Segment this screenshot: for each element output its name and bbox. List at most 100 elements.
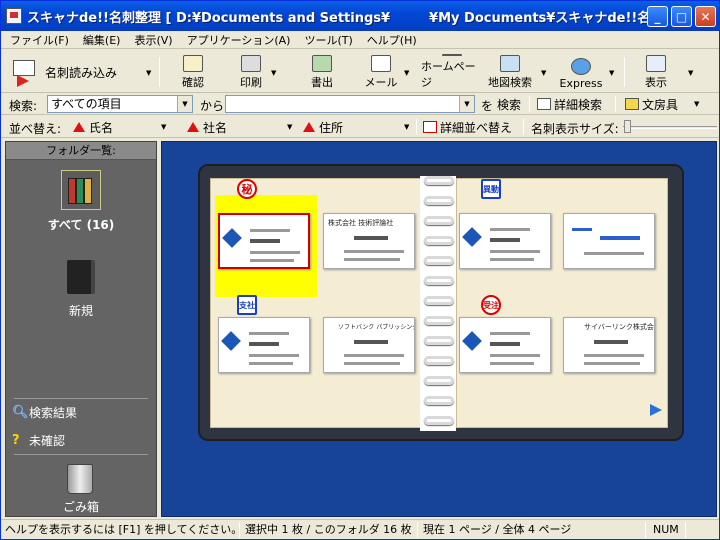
- stationery-dropdown-icon[interactable]: ▼: [694, 100, 699, 108]
- card-name: [354, 236, 388, 240]
- view-button[interactable]: 表示: [641, 54, 671, 90]
- binder-ring: [424, 376, 454, 385]
- toolbar: 名刺読み込み ▼ 確認 印刷 ▼ 書出 メール ▼ ホームページ 地図検索 ▼ …: [1, 51, 719, 93]
- card-text-line: [490, 250, 540, 253]
- folder-all[interactable]: すべて (16): [6, 170, 156, 233]
- scan-button[interactable]: 名刺読み込み: [9, 55, 155, 89]
- homepage-label: ホームページ: [421, 60, 476, 89]
- binder-ring: [424, 316, 454, 325]
- sort-key-name[interactable]: 氏名: [73, 118, 113, 136]
- mail-dropdown-icon[interactable]: ▼: [404, 69, 409, 77]
- next-page-icon[interactable]: [650, 404, 662, 416]
- detail-search-button[interactable]: 詳細検索: [537, 95, 602, 113]
- card-company: 株式会社 技術評論社: [328, 219, 394, 227]
- folder-new[interactable]: 新規: [6, 260, 156, 319]
- sidebar-divider: [14, 454, 148, 455]
- card-text-line: [250, 229, 290, 232]
- status-divider: [645, 522, 646, 538]
- search-field-select[interactable]: すべての項目 ▼: [47, 95, 193, 113]
- detail-search-label: 詳細検索: [554, 97, 603, 112]
- express-dropdown-icon[interactable]: ▼: [609, 69, 614, 77]
- menu-tools[interactable]: ツール(T): [295, 32, 357, 48]
- menu-help[interactable]: ヘルプ(H): [358, 32, 422, 48]
- card-company: サイバーリンク株式会社: [584, 323, 655, 331]
- search-field-value: すべての項目: [51, 97, 122, 111]
- homepage-button[interactable]: ホームページ: [421, 54, 483, 90]
- detail-sort-button[interactable]: 詳細並べ替え: [423, 118, 512, 136]
- sort-bar: 並べ替え: 氏名 ▼ 社名 ▼ 住所 ▼ 詳細並べ替え 名刺表示サイズ:: [1, 116, 719, 138]
- card-name: [490, 342, 520, 346]
- status-divider: [239, 522, 240, 538]
- binder-ring: [424, 216, 454, 225]
- sort-key-address-dropdown-icon[interactable]: ▼: [404, 123, 409, 131]
- business-card[interactable]: [459, 317, 551, 373]
- trash-icon[interactable]: [67, 464, 93, 494]
- scan-card-icon: [9, 58, 43, 87]
- print-dropdown-icon[interactable]: ▼: [271, 69, 276, 77]
- transfer-stamp: 異動: [481, 179, 501, 199]
- stationery-icon: [625, 98, 639, 110]
- export-button[interactable]: 書出: [306, 54, 338, 90]
- map-search-button[interactable]: 地図検索: [485, 54, 535, 90]
- app-icon[interactable]: [6, 8, 22, 24]
- card-text-line: [344, 258, 400, 261]
- search-results-link[interactable]: 🔍︎ 検索結果: [12, 404, 77, 421]
- confirm-label: 確認: [182, 76, 204, 89]
- unconfirmed-link[interactable]: ? 未確認: [12, 432, 65, 449]
- card-text-line: [344, 250, 404, 253]
- menu-application[interactable]: アプリケーション(A): [178, 32, 296, 48]
- menu-file[interactable]: ファイル(F): [1, 32, 74, 48]
- card-size-slider-track[interactable]: [623, 126, 717, 129]
- minimize-button[interactable]: _: [647, 6, 668, 27]
- card-text-line: [584, 362, 640, 365]
- notebook-icon: [67, 260, 95, 294]
- sidebar-divider: [14, 398, 148, 399]
- question-icon: ?: [12, 433, 20, 448]
- search-results-label: 検索結果: [29, 406, 78, 420]
- search-button[interactable]: 検索: [497, 95, 521, 113]
- card-text-line: [584, 252, 644, 255]
- card-text-line: [249, 354, 299, 357]
- business-card[interactable]: 株式会社 技術評論社: [323, 213, 415, 269]
- business-card[interactable]: ソフトバンク パブリッシング株式会社: [323, 317, 415, 373]
- stationery-button[interactable]: 文房具: [625, 95, 678, 113]
- binder-ring: [424, 236, 454, 245]
- sort-key-name-dropdown-icon[interactable]: ▼: [161, 123, 166, 131]
- export-icon: [312, 55, 332, 72]
- card-text-line: [249, 362, 293, 365]
- card-logo: [221, 331, 241, 351]
- close-button[interactable]: ✕: [695, 6, 716, 27]
- sort-key-company-dropdown-icon[interactable]: ▼: [287, 123, 292, 131]
- sort-key-company[interactable]: 社名: [187, 118, 227, 136]
- business-card[interactable]: サイバーリンク株式会社: [563, 317, 655, 373]
- mail-button[interactable]: メール: [363, 54, 399, 90]
- express-button[interactable]: Express: [559, 54, 603, 90]
- business-card[interactable]: [218, 213, 310, 269]
- app-window: スキャナde!!名刺整理 [ D:¥Documents and Settings…: [0, 0, 720, 540]
- scan-dropdown-icon[interactable]: ▼: [146, 69, 151, 77]
- scan-label: 名刺読み込み: [45, 65, 118, 80]
- business-card[interactable]: [459, 213, 551, 269]
- map-dropdown-icon[interactable]: ▼: [541, 69, 546, 77]
- card-size-slider-thumb[interactable]: [624, 120, 631, 133]
- menu-edit[interactable]: 編集(E): [74, 32, 126, 48]
- chevron-down-icon[interactable]: ▼: [177, 96, 192, 112]
- sort-asc-icon: [303, 122, 315, 132]
- toolbar-divider: [624, 57, 625, 87]
- business-card[interactable]: [563, 213, 655, 269]
- card-name: [600, 236, 640, 240]
- sortbar-divider: [416, 119, 417, 135]
- search-input[interactable]: ▼: [225, 95, 475, 113]
- menu-view[interactable]: 表示(V): [125, 32, 177, 48]
- print-button[interactable]: 印刷: [235, 54, 267, 90]
- maximize-button[interactable]: □: [671, 6, 692, 27]
- view-icon: [646, 55, 666, 72]
- business-card[interactable]: [218, 317, 310, 373]
- confirm-button[interactable]: 確認: [177, 54, 209, 90]
- view-dropdown-icon[interactable]: ▼: [688, 69, 693, 77]
- searchbar-divider: [529, 96, 530, 112]
- trash-folder[interactable]: ごみ箱: [6, 498, 156, 515]
- sort-key-address[interactable]: 住所: [303, 118, 343, 136]
- title-bar[interactable]: スキャナde!!名刺整理 [ D:¥Documents and Settings…: [1, 1, 719, 31]
- chevron-down-icon[interactable]: ▼: [459, 96, 474, 112]
